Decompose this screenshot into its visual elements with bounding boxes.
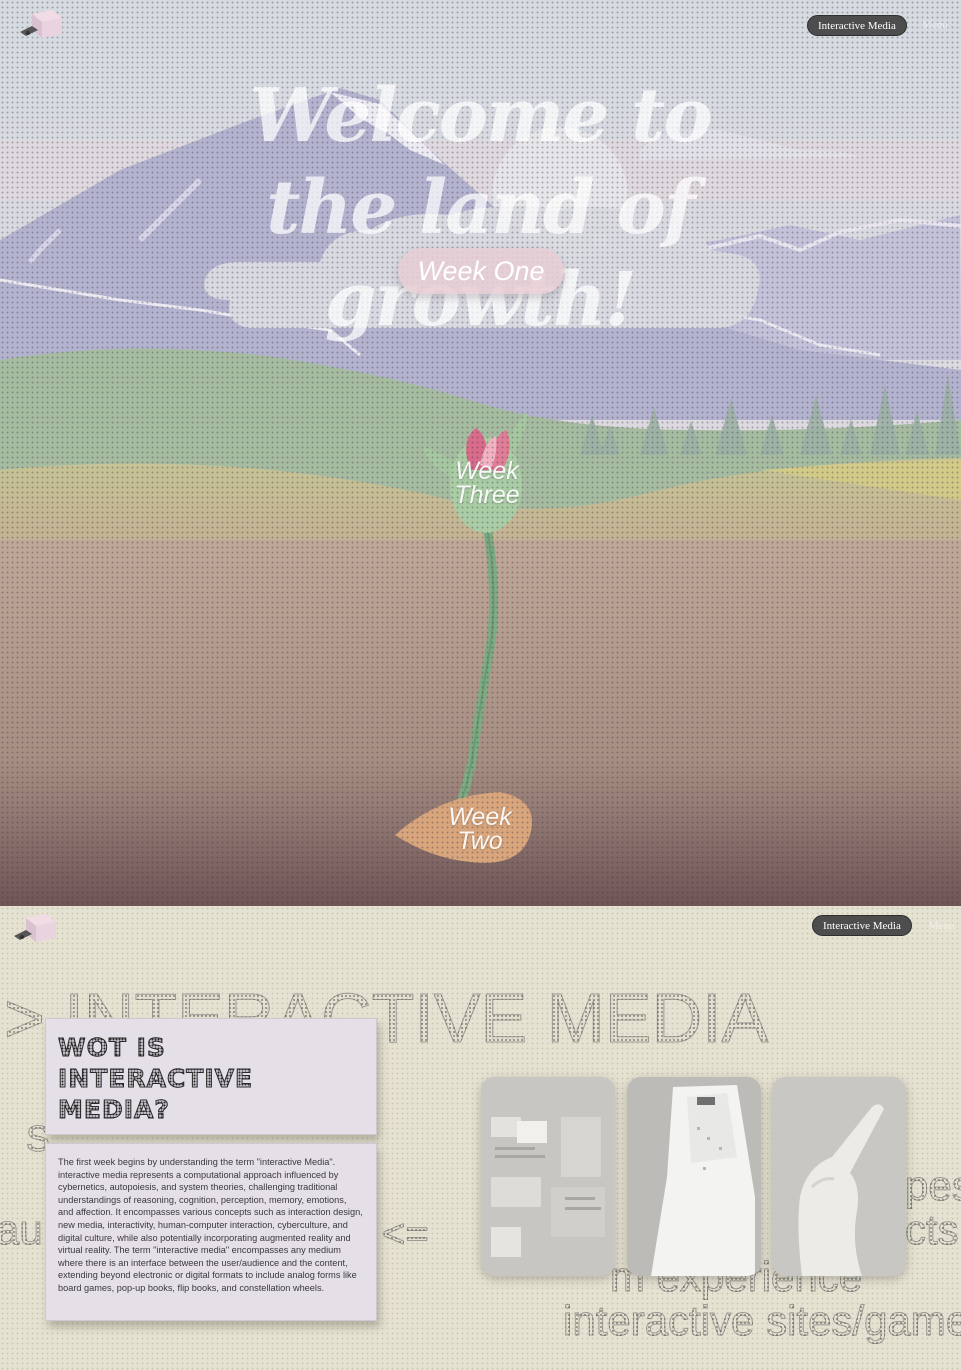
week-three-label[interactable]: Week Three bbox=[447, 459, 527, 508]
card-title: WOT IS INTERACTIVE MEDIA? bbox=[57, 1033, 254, 1125]
nav-pill-interactive-media[interactable]: Interactive Media bbox=[807, 15, 907, 36]
bg-word: interactive sites/game bbox=[562, 1297, 961, 1345]
bg-word: cts bbox=[905, 1206, 960, 1254]
logo-icon[interactable] bbox=[12, 912, 58, 944]
hero-section: Interactive Media Menu Welcome to the la… bbox=[0, 0, 961, 906]
menu-link[interactable]: Menu bbox=[929, 920, 955, 932]
menu-link[interactable]: Menu bbox=[922, 19, 948, 31]
photo-collage-1[interactable] bbox=[481, 1077, 615, 1276]
logo-icon[interactable] bbox=[18, 8, 64, 40]
card-body-text: The first week begins by understanding t… bbox=[58, 1157, 363, 1293]
nav-pill-interactive-media[interactable]: Interactive Media bbox=[812, 915, 912, 936]
bg-word-arrow: <= bbox=[382, 1212, 430, 1257]
bg-word: pes bbox=[905, 1162, 961, 1210]
bg-word: au bbox=[0, 1206, 43, 1254]
photo-hand-pointing[interactable] bbox=[772, 1077, 906, 1276]
hero-title: Welcome to the land of growth! bbox=[249, 73, 712, 343]
week-two-label[interactable]: Week Two bbox=[440, 805, 520, 854]
photo-paper-model[interactable] bbox=[627, 1077, 761, 1276]
week-one-button[interactable]: Week One bbox=[398, 248, 564, 294]
